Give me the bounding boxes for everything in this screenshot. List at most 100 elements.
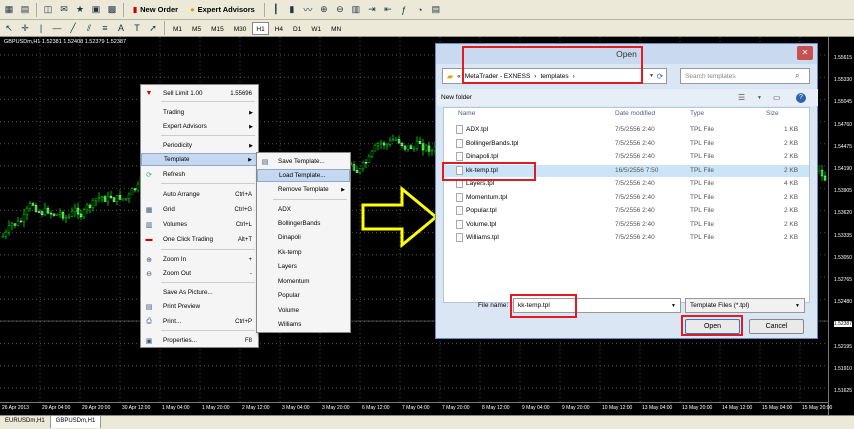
file-row[interactable]: Dinapoli.tpl 7/5/2556 2:40 TPL File 2 KB (444, 151, 809, 163)
file-row[interactable]: Layers.tpl 7/5/2556 2:40 TPL File 4 KB (444, 178, 809, 190)
column-header-name[interactable]: Name (458, 110, 475, 117)
column-header-type[interactable]: Type (690, 110, 704, 117)
periods-icon[interactable]: ◔ (413, 3, 427, 17)
menu-print-preview[interactable]: ▤ Print Preview (141, 300, 258, 313)
time-label: 1 May 20:00 (202, 405, 230, 411)
filetype-select[interactable]: Template Files (*.tpl) ▼ (685, 298, 805, 313)
template-item[interactable]: BollingerBands (257, 217, 350, 230)
new-folder-button[interactable]: New folder (441, 94, 472, 101)
timeframe-mn[interactable]: MN (327, 22, 345, 35)
file-row[interactable]: Volume.tpl 7/5/2556 2:40 TPL File 2 KB (444, 219, 809, 231)
expert-advisors-button[interactable]: ● Expert Advisors (185, 2, 260, 18)
menu-auto-arrange[interactable]: Auto Arrange Ctrl+A (141, 188, 258, 201)
new-order-icon: ▮ (133, 5, 138, 14)
menu-save-as-picture[interactable]: Save As Picture... (141, 286, 258, 299)
strategy-tester-icon[interactable]: ▩ (105, 3, 119, 17)
arrows-icon[interactable]: ➚ (146, 21, 160, 35)
menu-refresh[interactable]: ⟳ Refresh (141, 168, 258, 181)
template-item[interactable]: Volume (257, 304, 350, 317)
menu-periodicity[interactable]: Periodicity ▶ (141, 139, 258, 152)
template-item[interactable]: Kk-temp (257, 246, 350, 259)
view-dropdown-icon[interactable]: ▼ (757, 95, 762, 101)
data-window-icon[interactable]: ✉ (57, 3, 71, 17)
crosshair-icon[interactable]: ✛ (18, 21, 32, 35)
timeframe-h1[interactable]: H1 (252, 21, 269, 35)
file-row[interactable]: Momentum.tpl 7/5/2556 2:40 TPL File 2 KB (444, 192, 809, 204)
tab-eurusdm[interactable]: EURUSDm,H1 (0, 416, 51, 428)
market-watch-icon[interactable]: ◫ (41, 3, 55, 17)
tile-windows-icon[interactable]: ▥ (349, 3, 363, 17)
line-chart-icon[interactable]: 〰 (301, 3, 315, 17)
text-label-icon[interactable]: T (130, 21, 144, 35)
indicators-icon[interactable]: ƒ (397, 3, 411, 17)
address-bar[interactable]: ▰ « MetaTrader - EXNESS › templates › (442, 68, 667, 84)
file-row[interactable]: kk-temp.tpl 16/5/2556 7:50 TPL File 2 KB (444, 164, 809, 177)
autoscroll-icon[interactable]: ⇥ (365, 3, 379, 17)
menu-remove-template[interactable]: Remove Template ▶ (257, 183, 350, 196)
menu-properties[interactable]: ▣ Properties... F8 (141, 334, 258, 347)
close-button[interactable]: ✕ (797, 46, 813, 60)
menu-one-click-trading[interactable]: ▬ One Click Trading Alt+T (141, 233, 258, 246)
template-item[interactable]: Layers (257, 260, 350, 273)
zoom-in-icon[interactable]: ⊕ (317, 3, 331, 17)
timeframe-d1[interactable]: D1 (289, 22, 305, 35)
new-chart-icon[interactable]: ▦ (2, 3, 16, 17)
timeframe-m30[interactable]: M30 (230, 22, 251, 35)
tab-gbpusdm[interactable]: GBPUSDm,H1 (50, 416, 102, 428)
file-row[interactable]: Williams.tpl 7/5/2556 2:40 TPL File 2 KB (444, 232, 809, 244)
timeframe-m5[interactable]: M5 (188, 22, 205, 35)
new-order-button[interactable]: ▮ New Order (128, 2, 183, 18)
fibonacci-icon[interactable]: ≡ (98, 21, 112, 35)
menu-template[interactable]: Template ▶ (141, 153, 258, 166)
timeframe-w1[interactable]: W1 (307, 22, 325, 35)
navigator-icon[interactable]: ★ (73, 3, 87, 17)
zoom-out-icon[interactable]: ⊖ (333, 3, 347, 17)
file-row[interactable]: ADX.tpl 7/5/2556 2:40 TPL File 1 KB (444, 124, 809, 136)
template-item[interactable]: Dinapoli (257, 231, 350, 244)
template-item[interactable]: Popular (257, 289, 350, 302)
help-icon[interactable]: ? (796, 92, 806, 103)
cancel-button[interactable]: Cancel (749, 319, 804, 334)
menu-expert-advisors[interactable]: Expert Advisors ▶ (141, 120, 258, 133)
search-input[interactable]: Search templates (680, 68, 810, 84)
template-item[interactable]: Williams (257, 318, 350, 331)
candlestick-icon[interactable]: ▮ (285, 3, 299, 17)
breadcrumb-metatrader[interactable]: MetaTrader - EXNESS (465, 73, 531, 80)
equidistant-channel-icon[interactable]: ⫽ (82, 21, 96, 35)
menu-print[interactable]: ⎙ Print... Ctrl+P (141, 315, 258, 328)
terminal-icon[interactable]: ▣ (89, 3, 103, 17)
breadcrumb-templates[interactable]: templates (540, 73, 568, 80)
timeframe-m15[interactable]: M15 (207, 22, 228, 35)
timeframe-h4[interactable]: H4 (271, 22, 287, 35)
menu-load-template[interactable]: Load Template... (257, 169, 350, 182)
template-item[interactable]: ADX (257, 203, 350, 216)
menu-zoom-in[interactable]: ⊕ Zoom In + (141, 253, 258, 266)
text-icon[interactable]: A (114, 21, 128, 35)
menu-volumes[interactable]: ▥ Volumes Ctrl+L (141, 218, 258, 231)
templates-icon[interactable]: ▤ (429, 3, 443, 17)
horizontal-line-icon[interactable]: — (50, 21, 64, 35)
vertical-line-icon[interactable]: | (34, 21, 48, 35)
file-row[interactable]: BollingerBands.tpl 7/5/2556 2:40 TPL File 2… (444, 138, 809, 150)
filename-dropdown-icon[interactable]: ▼ (671, 303, 676, 309)
chart-shift-icon[interactable]: ⇤ (381, 3, 395, 17)
menu-zoom-out[interactable]: ⊖ Zoom Out - (141, 267, 258, 280)
menu-trading[interactable]: Trading ▶ (141, 106, 258, 119)
cursor-icon[interactable]: ↖ (2, 21, 16, 35)
filename-input[interactable]: kk-temp.tpl ▼ (513, 298, 681, 313)
bar-chart-icon[interactable]: ┃ (269, 3, 283, 17)
menu-sell-limit[interactable]: ▼ Sell Limit 1.00 1.55696 (141, 87, 258, 100)
preview-pane-icon[interactable]: ▭ (773, 93, 781, 102)
column-header-date[interactable]: Date modified (615, 110, 655, 117)
view-options-icon[interactable]: ☰ (738, 93, 745, 102)
menu-save-template[interactable]: ▤ Save Template... (257, 155, 350, 168)
open-button[interactable]: Open (685, 319, 740, 334)
file-row[interactable]: Popular.tpl 7/5/2556 2:40 TPL File 2 KB (444, 205, 809, 217)
column-header-size[interactable]: Size (766, 110, 779, 117)
profiles-icon[interactable]: ▤ (18, 3, 32, 17)
template-item[interactable]: Momentum (257, 275, 350, 288)
timeframe-m1[interactable]: M1 (169, 22, 186, 35)
trendline-icon[interactable]: ╱ (66, 21, 80, 35)
menu-grid[interactable]: ▦ Grid Ctrl+G (141, 203, 258, 216)
refresh-icon[interactable]: ⟳ (652, 68, 668, 84)
